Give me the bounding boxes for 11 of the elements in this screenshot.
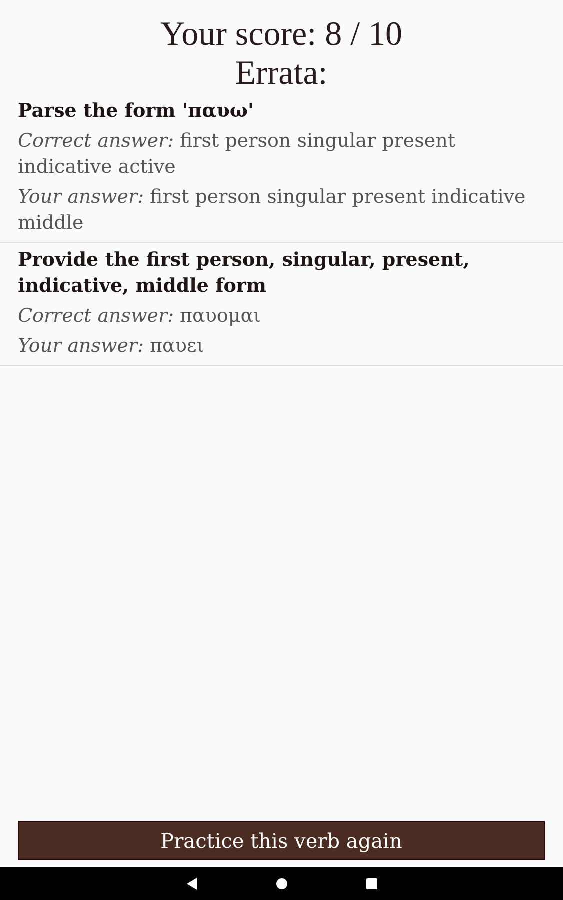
user-answer-text: Your answer: παυει [18,334,206,359]
recents-icon[interactable] [366,878,378,890]
question-text: Parse the form 'παυω' [18,99,255,124]
user-answer-text: Your answer: first person singular present indicative middle [18,185,527,236]
correct-answer-text: Correct answer: παυομαι [18,304,262,329]
question-text: Provide the first person, singular, present, indicative, middle form [18,248,471,299]
practice-again-button[interactable]: Practice this verb again [18,821,545,860]
score-heading: Your score: 8 / 10 [159,16,404,54]
home-icon[interactable] [276,878,288,890]
back-icon[interactable] [186,876,198,890]
errata-heading: Errata: [234,54,329,94]
